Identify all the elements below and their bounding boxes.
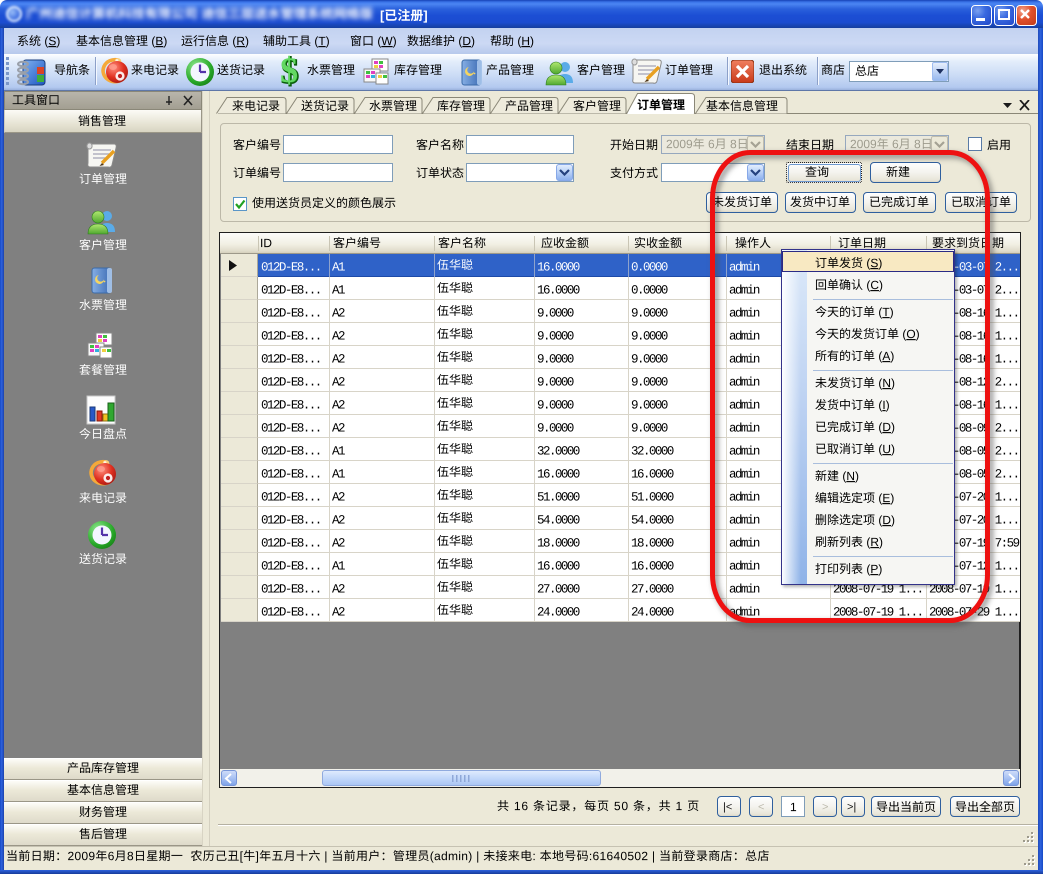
svg-text:$: $ bbox=[280, 55, 298, 87]
